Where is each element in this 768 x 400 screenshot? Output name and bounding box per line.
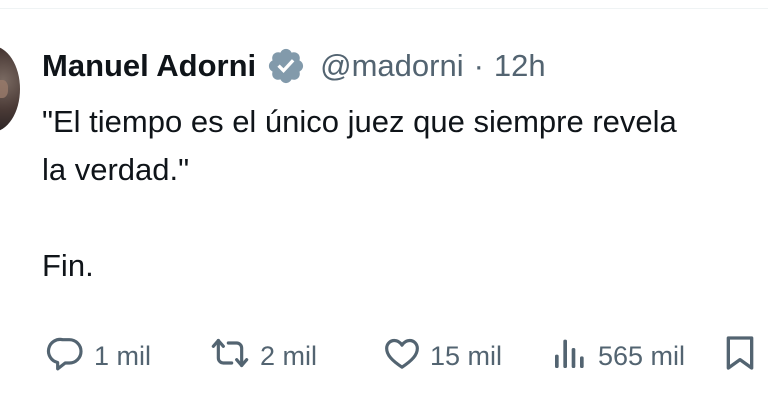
retweet-count: 2 mil [260,340,318,371]
like-icon [382,333,422,380]
bookmark-button[interactable] [720,334,760,378]
timestamp[interactable]: 12h [494,48,546,84]
like-count: 15 mil [430,340,503,371]
views-icon [550,333,590,380]
reply-button[interactable]: 1 mil [46,334,151,378]
tweet-text: "El tiempo es el único juez que siempre … [42,104,677,283]
views-count: 565 mil [598,340,686,371]
author-name[interactable]: Manuel Adorni [42,48,256,84]
bookmark-icon [720,333,760,380]
verified-badge-icon[interactable] [266,46,306,86]
author-handle[interactable]: @madorni [320,48,463,84]
reply-icon [46,333,86,380]
tweet-header: Manuel Adorni @madorni · 12h [42,44,546,88]
like-button[interactable]: 15 mil [382,334,502,378]
retweet-button[interactable]: 2 mil [208,334,317,378]
views-button[interactable]: 565 mil [550,334,685,378]
reply-count: 1 mil [94,340,152,371]
separator-dot: · [473,48,484,83]
avatar[interactable] [0,46,20,132]
top-divider [0,8,768,9]
action-bar: 1 mil 2 mil 15 mil 565 mil [0,334,768,378]
retweet-icon [208,333,252,380]
